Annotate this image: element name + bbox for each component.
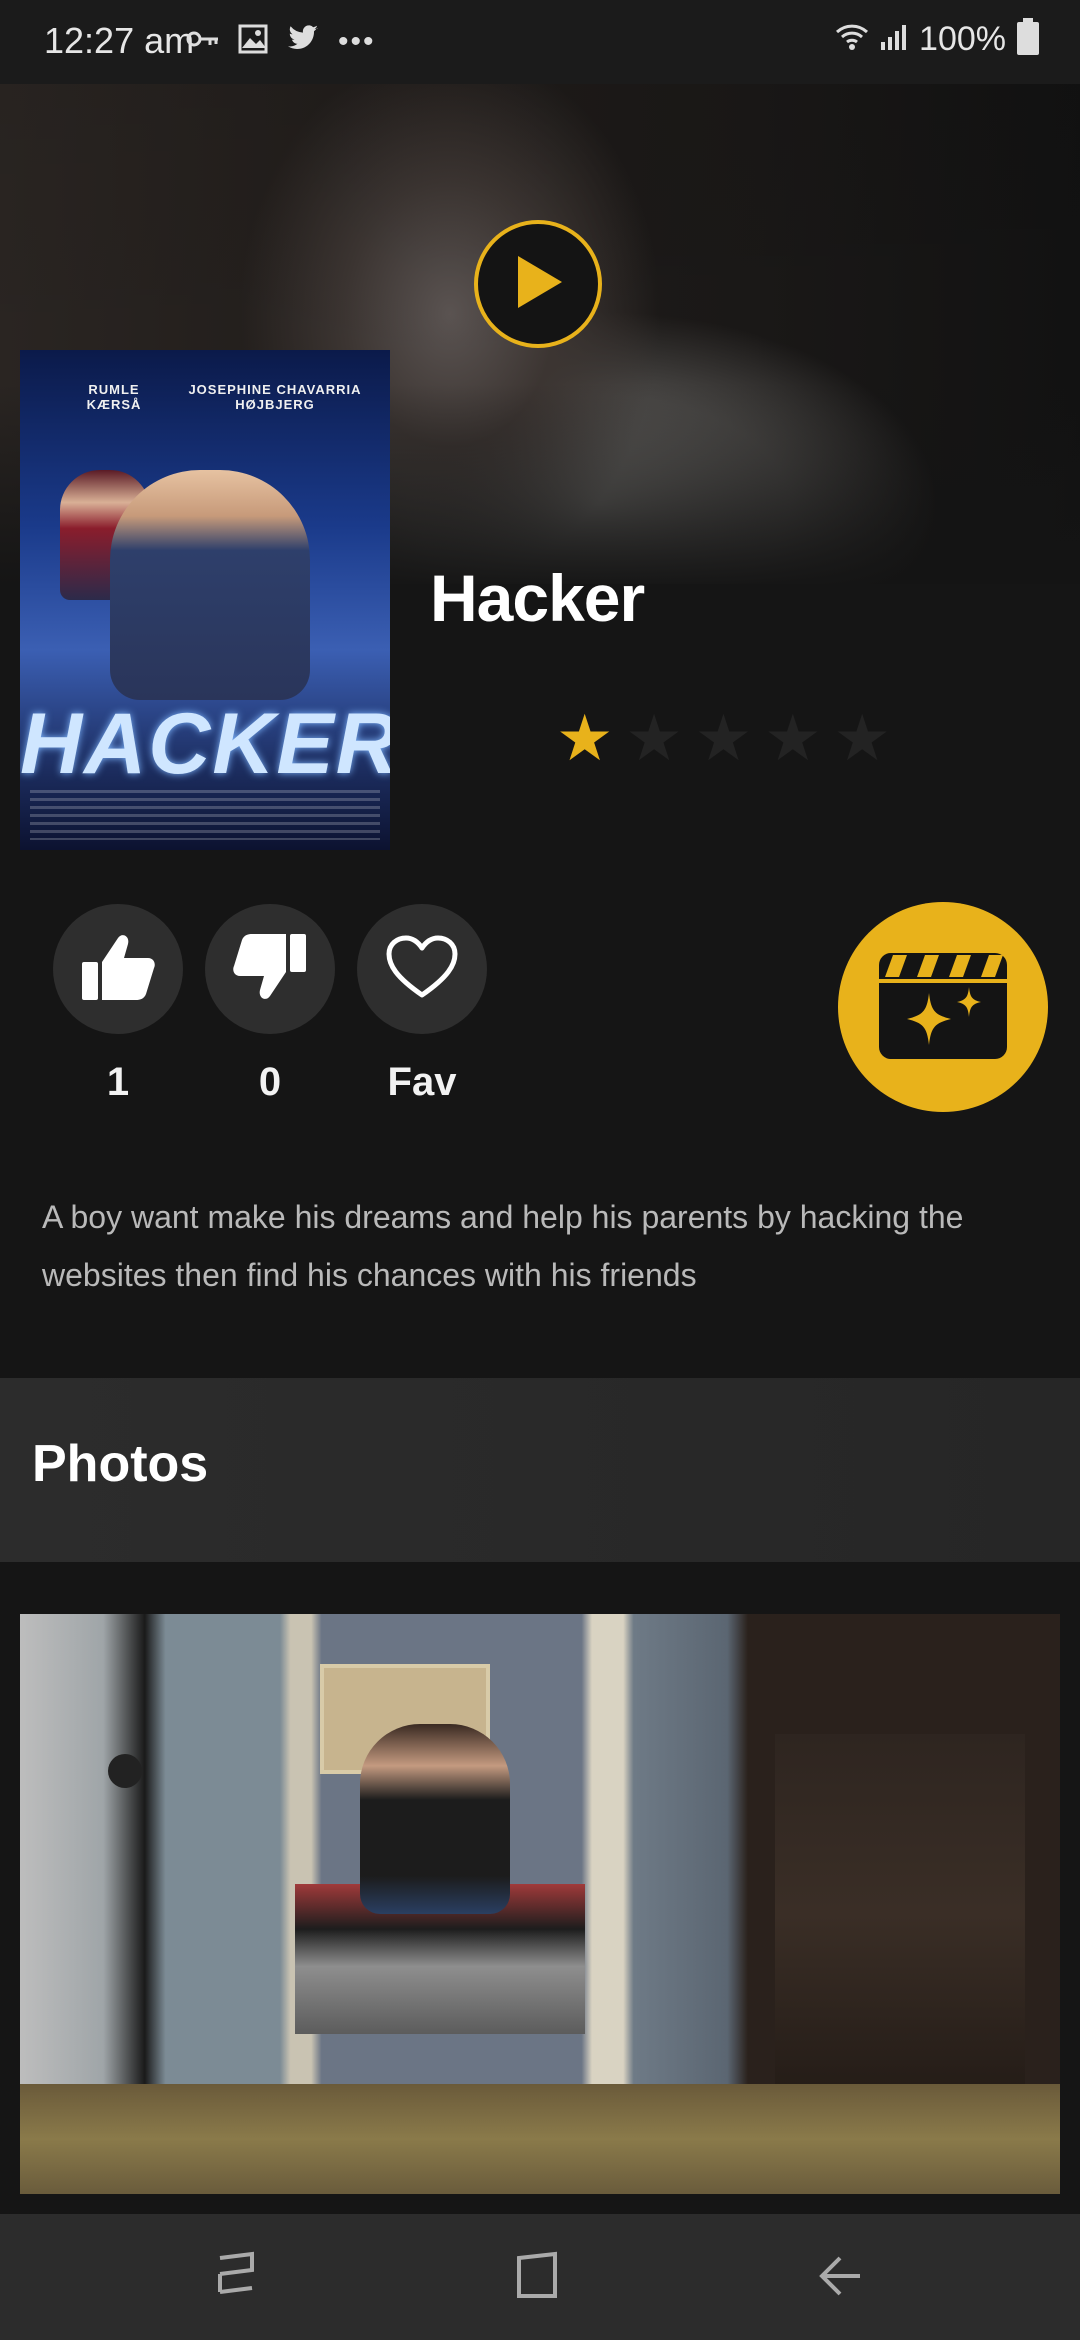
notification-icons: ••• [186, 24, 376, 59]
movie-description: A boy want make his dreams and help his … [42, 1199, 964, 1293]
dislike-count: 0 [258, 1060, 282, 1104]
movie-title: Hacker [430, 561, 645, 635]
movie-photo[interactable] [20, 1614, 1060, 2194]
play-icon [512, 254, 564, 315]
movie-clip-button[interactable] [838, 902, 1048, 1112]
home-button[interactable] [497, 2244, 577, 2310]
photo-person [360, 1724, 510, 1914]
recent-apps-icon [212, 2250, 260, 2305]
photo-floor [20, 2084, 1060, 2194]
thumbs-up-icon [80, 932, 156, 1007]
recent-apps-button[interactable] [196, 2244, 276, 2310]
favorite-label: Fav [387, 1060, 457, 1104]
dislike-button[interactable] [205, 904, 335, 1034]
wifi-icon [835, 22, 869, 57]
rating-star-5[interactable]: ★ [834, 706, 891, 770]
back-button[interactable] [800, 2244, 880, 2310]
heart-icon [386, 935, 458, 1004]
photo-dresser [775, 1734, 1025, 2094]
system-icons: 100% [835, 18, 1040, 61]
battery-percent: 100% [919, 20, 1006, 58]
rating-star-4[interactable]: ★ [764, 706, 821, 770]
rating-star-2[interactable]: ★ [625, 706, 682, 770]
clapperboard-sparkle-icon [873, 945, 1013, 1070]
thumbs-down-icon [232, 932, 308, 1007]
rating-star-1[interactable]: ★ [556, 706, 613, 770]
play-trailer-button[interactable] [474, 220, 602, 348]
poster-credit-left: RUMLE KÆRSÅ [86, 382, 142, 412]
back-arrow-icon [816, 2250, 864, 2305]
battery-icon [1016, 18, 1040, 61]
favorite-button[interactable] [357, 904, 487, 1034]
like-count: 1 [106, 1060, 130, 1104]
more-dots-icon: ••• [338, 24, 376, 58]
twitter-icon [286, 24, 320, 59]
photos-section-title: Photos [32, 1435, 209, 1493]
status-time: 12:27 am [44, 20, 195, 61]
rating-star-3[interactable]: ★ [695, 706, 752, 770]
poster-figure-boy [110, 470, 310, 700]
home-square-icon [513, 2250, 561, 2305]
signal-icon [879, 22, 909, 57]
poster-title: HACKER [20, 696, 390, 792]
rating-stars[interactable]: ★ ★ ★ ★ ★ [556, 706, 891, 770]
poster-credit-right: JOSEPHINE CHAVARRIA HØJBJERG [188, 382, 362, 412]
image-icon [238, 24, 268, 59]
key-icon [186, 29, 220, 54]
movie-poster[interactable]: RUMLE KÆRSÅ JOSEPHINE CHAVARRIA HØJBJERG… [20, 350, 390, 850]
like-button[interactable] [53, 904, 183, 1034]
photo-door-knob [108, 1754, 142, 1788]
poster-billing-block [30, 790, 380, 840]
